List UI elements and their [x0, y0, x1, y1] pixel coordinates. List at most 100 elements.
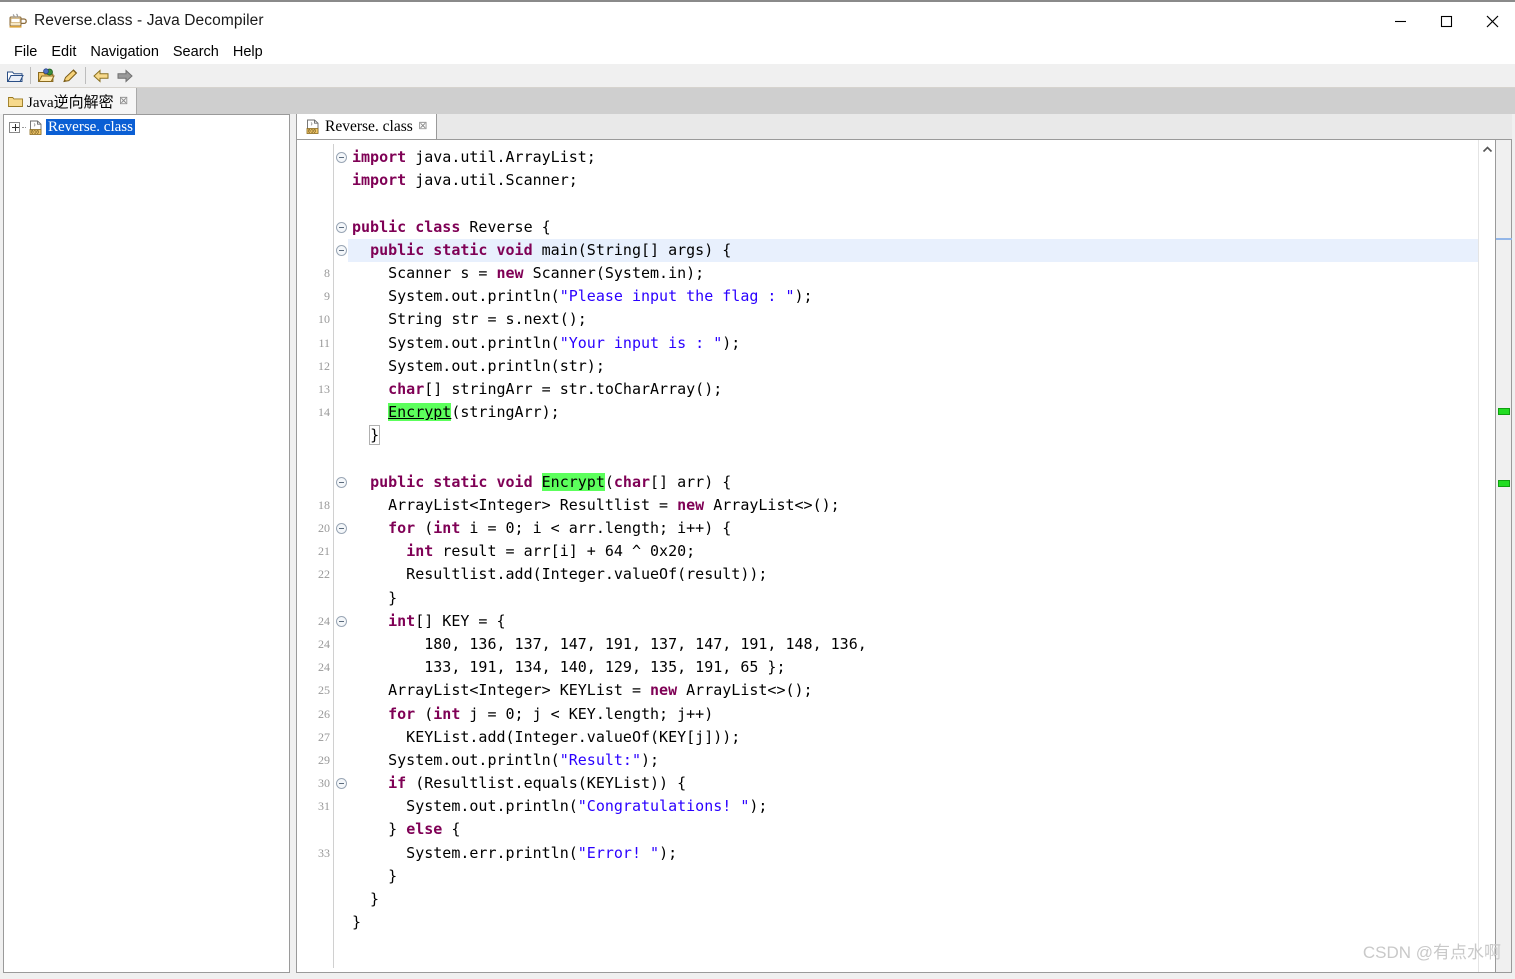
code-line[interactable] — [348, 192, 1478, 215]
fold-collapse-icon[interactable] — [334, 216, 348, 239]
svg-text:010: 010 — [31, 129, 39, 134]
project-tab-java-reverse[interactable]: Java逆向解密 ⊠ — [0, 88, 137, 114]
code-line[interactable]: for (int j = 0; j < KEY.length; j++) — [348, 703, 1478, 726]
fold-collapse-icon[interactable] — [334, 239, 348, 262]
fold-collapse-icon[interactable] — [334, 610, 348, 633]
fold-collapse-icon[interactable] — [334, 517, 348, 540]
menu-edit[interactable]: Edit — [44, 43, 83, 62]
code-token: [] arr) { — [650, 472, 732, 491]
code-line[interactable]: System.out.println("Please input the fla… — [348, 285, 1478, 308]
ruler-occurrence-marker[interactable] — [1498, 480, 1510, 487]
chevron-up-icon[interactable] — [1480, 142, 1495, 157]
code-line[interactable]: public static void Encrypt(char[] arr) { — [348, 471, 1478, 494]
open-type-icon[interactable] — [34, 65, 58, 87]
maximize-button[interactable] — [1423, 2, 1469, 40]
forward-arrow-icon[interactable] — [113, 65, 137, 87]
code-line[interactable]: System.err.println("Error! "); — [348, 842, 1478, 865]
menu-file[interactable]: File — [7, 43, 44, 62]
fold-collapse-icon[interactable] — [335, 152, 347, 164]
code-line[interactable]: Scanner s = new Scanner(System.in); — [348, 262, 1478, 285]
code-editor[interactable]: import java.util.ArrayList; import java.u… — [348, 140, 1478, 972]
menu-search[interactable]: Search — [166, 43, 226, 62]
code-line[interactable]: } — [348, 888, 1478, 911]
editor-tab-label: Reverse. class — [325, 117, 413, 135]
code-line[interactable]: public class Reverse { — [348, 216, 1478, 239]
code-line[interactable]: } else { — [348, 818, 1478, 841]
code-line[interactable]: ArrayList<Integer> Resultlist = new Arra… — [348, 494, 1478, 517]
fold-collapse-icon[interactable] — [335, 244, 347, 256]
window-title: Reverse.class - Java Decompiler — [34, 12, 264, 29]
code-line[interactable]: } — [348, 424, 1478, 447]
code-line[interactable]: ArrayList<Integer> KEYList = new ArrayLi… — [348, 679, 1478, 702]
fold-collapse-icon[interactable] — [335, 778, 347, 790]
menu-navigation[interactable]: Navigation — [83, 43, 166, 62]
code-line[interactable]: 180, 136, 137, 147, 191, 137, 147, 191, … — [348, 633, 1478, 656]
editor-vertical-scrollbar[interactable] — [1478, 140, 1495, 972]
code-line[interactable]: public static void main(String[] args) { — [348, 238, 1478, 262]
back-arrow-icon[interactable] — [89, 65, 113, 87]
ruler-occurrence-marker[interactable] — [1498, 408, 1510, 415]
tree-item-reverse-class[interactable]: 010 Reverse. class — [4, 118, 289, 136]
fold-collapse-icon[interactable] — [335, 221, 347, 233]
expand-plus-icon[interactable] — [9, 121, 20, 133]
line-number: 33 — [318, 845, 330, 860]
code-token: } — [352, 588, 398, 607]
code-line[interactable]: import java.util.Scanner; — [348, 169, 1478, 192]
line-number — [297, 818, 333, 841]
fold-collapse-icon[interactable] — [335, 615, 347, 627]
editor-body: 8 9 10 11 12 13 14 18 20 21 22 24 24 24 25 26 27 29 30 31 33… — [296, 140, 1512, 973]
code-line[interactable]: Encrypt(stringArr); — [348, 401, 1478, 424]
code-token-kw: char — [388, 379, 425, 398]
code-line[interactable]: KEYList.add(Integer.valueOf(KEY[j])); — [348, 726, 1478, 749]
code-line[interactable]: } — [348, 865, 1478, 888]
code-line[interactable]: String str = s.next(); — [348, 308, 1478, 331]
line-number — [297, 424, 333, 447]
code-line[interactable]: } — [348, 587, 1478, 610]
fold-marker-column[interactable] — [334, 140, 348, 972]
code-line[interactable]: } — [348, 911, 1478, 934]
code-line[interactable]: char[] stringArr = str.toCharArray(); — [348, 378, 1478, 401]
line-number — [297, 911, 333, 934]
code-line[interactable]: Resultlist.add(Integer.valueOf(result)); — [348, 563, 1478, 586]
menu-bar: File Edit Navigation Search Help — [0, 40, 1515, 64]
code-line[interactable]: for (int i = 0; i < arr.length; i++) { — [348, 517, 1478, 540]
fold-collapse-icon[interactable] — [335, 523, 347, 535]
pencil-icon[interactable] — [58, 65, 82, 87]
menu-help[interactable]: Help — [226, 43, 270, 62]
code-token: { — [451, 820, 461, 839]
code-token: (stringArr); — [451, 403, 560, 422]
code-token: ArrayList<Integer> Resultlist = — [352, 495, 678, 514]
code-line[interactable]: int result = arr[i] + 64 ^ 0x20; — [348, 540, 1478, 563]
code-token: main(String[] args) { — [541, 240, 732, 259]
code-line[interactable]: if (Resultlist.equals(KEYList)) { — [348, 772, 1478, 795]
code-line[interactable]: int[] KEY = { — [348, 610, 1478, 633]
close-icon[interactable]: ⊠ — [417, 121, 429, 132]
fold-collapse-icon[interactable] — [334, 772, 348, 795]
code-line[interactable]: System.out.println("Your input is : "); — [348, 332, 1478, 355]
fold-collapse-icon[interactable] — [335, 476, 347, 488]
code-line[interactable]: 133, 191, 134, 140, 129, 135, 191, 65 }; — [348, 656, 1478, 679]
close-icon[interactable]: ⊠ — [118, 95, 130, 107]
line-number: 14 — [318, 405, 330, 420]
code-token-kw: else — [406, 820, 452, 839]
close-button[interactable] — [1469, 2, 1515, 40]
overview-ruler[interactable] — [1495, 140, 1512, 972]
code-token-bracebox: } — [369, 425, 381, 446]
minimize-button[interactable] — [1377, 2, 1423, 40]
fold-collapse-icon[interactable] — [334, 471, 348, 494]
code-line[interactable]: System.out.println(str); — [348, 355, 1478, 378]
scrollbar-track[interactable] — [1479, 157, 1495, 972]
code-line[interactable]: import java.util.ArrayList; — [348, 146, 1478, 169]
code-line[interactable]: System.out.println("Congratulations! "); — [348, 795, 1478, 818]
code-line[interactable]: System.out.println("Result:"); — [348, 749, 1478, 772]
editor-tab-reverse-class[interactable]: 010 Reverse. class ⊠ — [296, 113, 437, 139]
fold-collapse-icon[interactable] — [334, 146, 348, 169]
code-line[interactable] — [348, 447, 1478, 470]
class-file-icon: 010 — [28, 120, 44, 135]
open-folder-icon[interactable] — [3, 65, 27, 87]
